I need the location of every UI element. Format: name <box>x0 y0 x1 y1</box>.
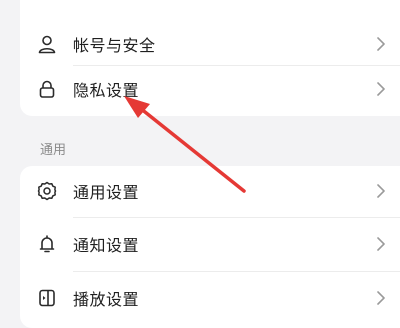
play-settings-icon <box>36 287 58 309</box>
section-header-general: 通用 <box>40 143 67 158</box>
chevron-right-icon <box>374 291 388 305</box>
gear-icon <box>36 180 58 202</box>
playback-settings-row[interactable]: 播放设置 <box>20 272 400 324</box>
privacy-settings-row[interactable]: 隐私设置 <box>20 65 400 113</box>
chevron-right-icon <box>374 184 388 198</box>
chevron-right-icon <box>374 237 388 251</box>
privacy-settings-label: 隐私设置 <box>73 81 140 100</box>
general-settings-label: 通用设置 <box>73 183 140 202</box>
general-settings-card: 通用设置 通知设置 播放设置 <box>20 166 400 328</box>
account-settings-card: 帐号与安全 隐私设置 <box>20 0 400 116</box>
account-security-row[interactable]: 帐号与安全 <box>20 20 400 68</box>
playback-settings-label: 播放设置 <box>73 290 140 309</box>
bell-icon <box>36 233 58 255</box>
chevron-right-icon <box>374 82 388 96</box>
account-security-label: 帐号与安全 <box>73 36 156 55</box>
person-icon <box>36 33 58 55</box>
chevron-right-icon <box>374 37 388 51</box>
notification-settings-label: 通知设置 <box>73 236 140 255</box>
general-settings-row[interactable]: 通用设置 <box>20 166 400 216</box>
notification-settings-row[interactable]: 通知设置 <box>20 218 400 270</box>
lock-icon <box>36 78 58 100</box>
